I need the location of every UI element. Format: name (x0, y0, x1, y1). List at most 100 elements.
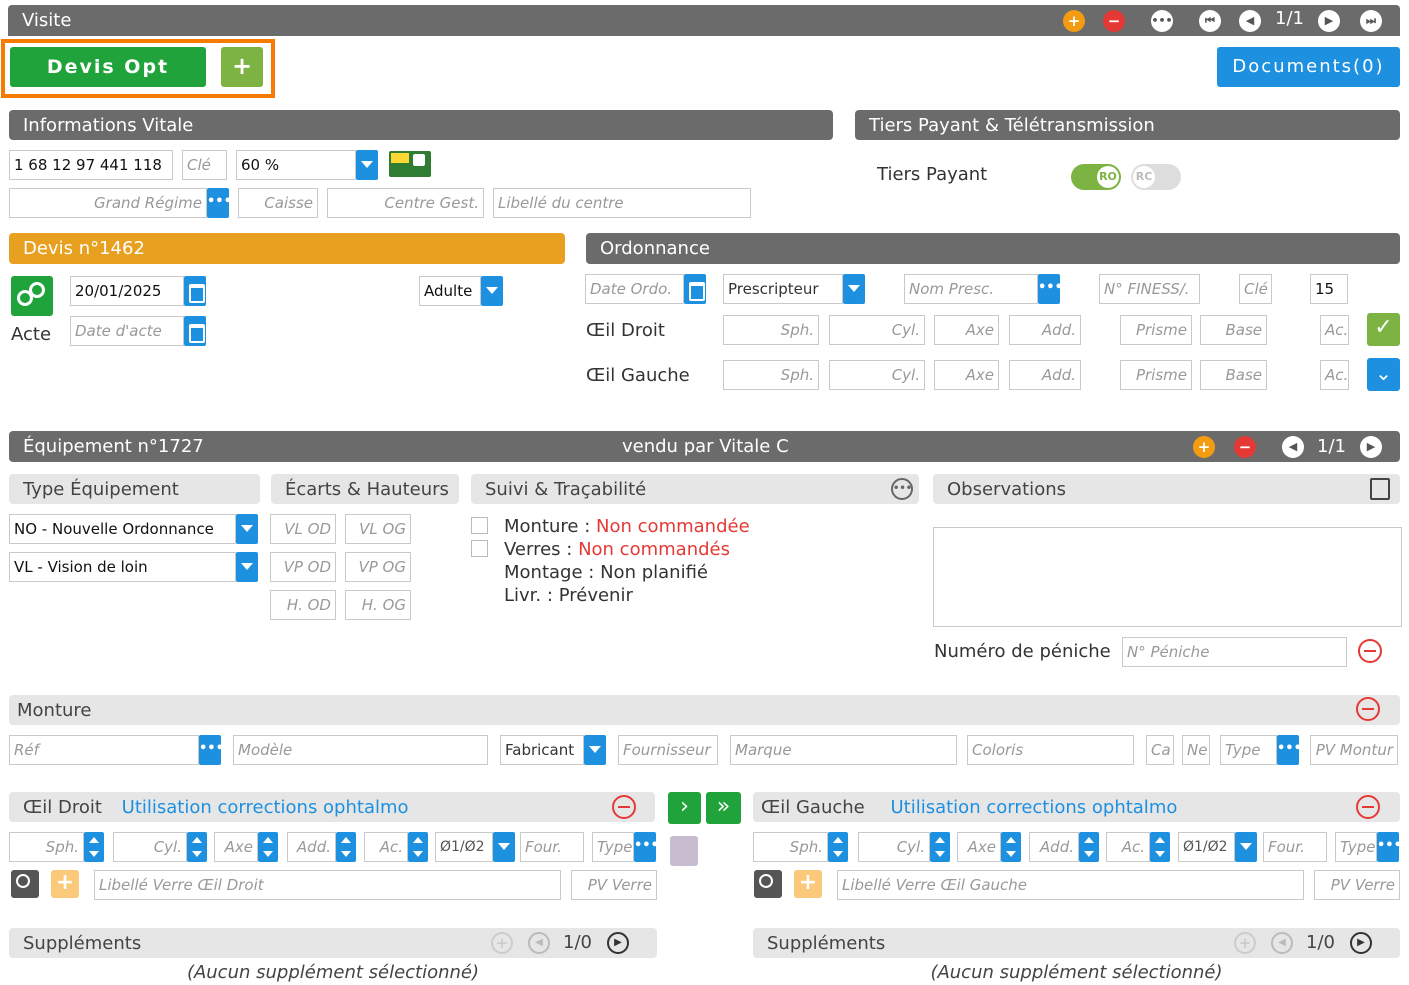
monture-ne-input[interactable]: Ne (1182, 735, 1210, 765)
observations-textarea[interactable] (933, 527, 1402, 627)
add-verre-og-icon[interactable]: + (794, 870, 822, 898)
first-page-icon[interactable]: ⏮ (1199, 10, 1221, 32)
nom-presc-input[interactable]: Nom Presc. (904, 274, 1038, 304)
h-og-input[interactable]: H. OG (345, 590, 411, 620)
verre-od-add-spin[interactable] (336, 832, 356, 862)
type-equipement-dropdown-2[interactable] (236, 552, 258, 582)
add-equipement-icon[interactable]: + (1193, 436, 1215, 458)
verre-od-ac[interactable]: Ac. (364, 832, 408, 862)
peniche-input[interactable]: N° Péniche (1122, 637, 1347, 667)
last-page-icon[interactable]: ⏭ (1360, 10, 1382, 32)
edit-observations-icon[interactable] (1370, 478, 1390, 500)
monture-type-input[interactable]: Type (1220, 735, 1277, 765)
ordo-od-cyl[interactable]: Cyl. (829, 315, 925, 345)
monture-marque-input[interactable]: Marque (730, 735, 957, 765)
verre-od-cyl[interactable]: Cyl. (113, 832, 187, 862)
h-od-input[interactable]: H. OD (270, 590, 336, 620)
vp-og-input[interactable]: VP OG (345, 552, 411, 582)
ordo-og-add[interactable]: Add. (1009, 360, 1081, 390)
caisse-input[interactable]: Caisse (238, 188, 318, 218)
verre-og-type-more-icon[interactable]: ••• (1377, 832, 1402, 862)
add-verre-od-icon[interactable]: + (51, 870, 79, 898)
remove-monture-icon[interactable] (1356, 697, 1380, 721)
remove-equipement-icon[interactable]: − (1234, 436, 1256, 458)
nir-cle-input[interactable]: Clé (182, 150, 227, 180)
pv-verre-od-input[interactable]: PV Verre (571, 870, 657, 900)
remove-visit-icon[interactable]: − (1103, 10, 1125, 32)
monture-fabricant-dropdown[interactable] (584, 735, 606, 765)
verre-od-diam[interactable]: Ø1/Ø2 (435, 832, 493, 862)
grand-regime-more-icon[interactable]: ••• (207, 188, 232, 218)
next-page-icon[interactable]: ▶ (1318, 10, 1340, 32)
verre-od-four[interactable]: Four. (520, 832, 584, 862)
ordo-od-base[interactable]: Base (1200, 315, 1267, 345)
ordo-od-ac[interactable]: Ac. (1320, 315, 1349, 345)
more-icon[interactable]: ••• (1151, 10, 1173, 32)
monture-fabricant-select[interactable]: Fabricant (500, 735, 584, 765)
verre-og-cyl-spin[interactable] (930, 832, 950, 862)
type-equipement-dropdown-1[interactable] (236, 514, 258, 544)
ordo-og-cyl[interactable]: Cyl. (829, 360, 925, 390)
verre-od-axe-spin[interactable] (258, 832, 278, 862)
supplement-og-next-icon[interactable]: ▶ (1350, 932, 1372, 954)
monture-fournisseur-input[interactable]: Fournisseur (618, 735, 718, 765)
devis-date-calendar-icon[interactable] (184, 276, 206, 306)
ordo-od-axe[interactable]: Axe (934, 315, 999, 345)
date-ordo-input[interactable]: Date Ordo. (585, 274, 684, 304)
vl-og-input[interactable]: VL OG (345, 514, 411, 544)
prescripteur-dropdown-icon[interactable] (843, 274, 865, 304)
search-verre-og-icon[interactable] (754, 870, 782, 898)
ordo-cle-input[interactable]: Clé (1239, 274, 1272, 304)
vp-od-input[interactable]: VP OD (270, 552, 336, 582)
prev-page-icon[interactable]: ◀ (1239, 10, 1261, 32)
add-supplement-og-icon[interactable]: + (1234, 932, 1256, 954)
verre-og-sph[interactable]: Sph. (753, 832, 828, 862)
libelle-centre-input[interactable]: Libellé du centre (493, 188, 751, 218)
add-visit-icon[interactable]: + (1063, 10, 1085, 32)
monture-type-more-icon[interactable]: ••• (1277, 735, 1302, 765)
verre-og-ac[interactable]: Ac. (1106, 832, 1150, 862)
equip-prev-icon[interactable]: ◀ (1282, 436, 1304, 458)
remove-peniche-icon[interactable] (1358, 639, 1382, 663)
monture-checkbox[interactable] (471, 517, 488, 534)
monture-modele-input[interactable]: Modèle (233, 735, 488, 765)
search-verre-od-icon[interactable] (11, 870, 39, 898)
verre-od-link[interactable]: Utilisation corrections ophtalmo (122, 797, 409, 818)
supplement-od-prev-icon[interactable]: ◀ (528, 932, 550, 954)
taux-dropdown-icon[interactable] (356, 150, 378, 180)
ordo-od-sph[interactable]: Sph. (723, 315, 819, 345)
ordo-og-axe[interactable]: Axe (934, 360, 999, 390)
prescripteur-select[interactable]: Prescripteur (723, 274, 843, 304)
grand-regime-input[interactable]: Grand Régime (9, 188, 207, 218)
verre-od-sph-spin[interactable] (84, 832, 104, 862)
equip-next-icon[interactable]: ▶ (1360, 436, 1382, 458)
verre-od-add[interactable]: Add. (287, 832, 336, 862)
ordo-og-base[interactable]: Base (1200, 360, 1267, 390)
copy-all-right-icon[interactable]: » (706, 792, 741, 824)
type-equipement-select-2[interactable]: VL - Vision de loin (9, 552, 236, 582)
monture-coloris-input[interactable]: Coloris (967, 735, 1134, 765)
verre-og-diam-dropdown[interactable] (1235, 832, 1257, 862)
verre-og-ac-spin[interactable] (1150, 832, 1170, 862)
verre-od-type-more-icon[interactable]: ••• (634, 832, 659, 862)
supplement-og-prev-icon[interactable]: ◀ (1271, 932, 1293, 954)
monture-pv-input[interactable]: PV Montur (1310, 735, 1398, 765)
nir-input[interactable]: 1 68 12 97 441 118 (9, 150, 173, 180)
vl-od-input[interactable]: VL OD (270, 514, 336, 544)
ro-toggle[interactable]: RO (1071, 164, 1121, 190)
nom-presc-more-icon[interactable]: ••• (1038, 274, 1063, 304)
vitale-card-icon[interactable] (389, 151, 431, 177)
verre-og-diam[interactable]: Ø1/Ø2 (1178, 832, 1235, 862)
monture-ref-input[interactable]: Réf (9, 735, 199, 765)
verre-od-cyl-spin[interactable] (187, 832, 207, 862)
verre-og-link[interactable]: Utilisation corrections ophtalmo (890, 797, 1177, 818)
ordo-og-sph[interactable]: Sph. (723, 360, 819, 390)
remove-verre-od-icon[interactable] (612, 795, 636, 819)
centre-gest-input[interactable]: Centre Gest. (327, 188, 484, 218)
verre-og-type[interactable]: Type (1335, 832, 1377, 862)
verre-og-sph-spin[interactable] (828, 832, 848, 862)
finess-input[interactable]: N° FINESS/. (1099, 274, 1200, 304)
patient-type-dropdown-icon[interactable] (481, 276, 503, 306)
patient-type-select[interactable]: Adulte (419, 276, 481, 306)
verre-og-cyl[interactable]: Cyl. (858, 832, 930, 862)
